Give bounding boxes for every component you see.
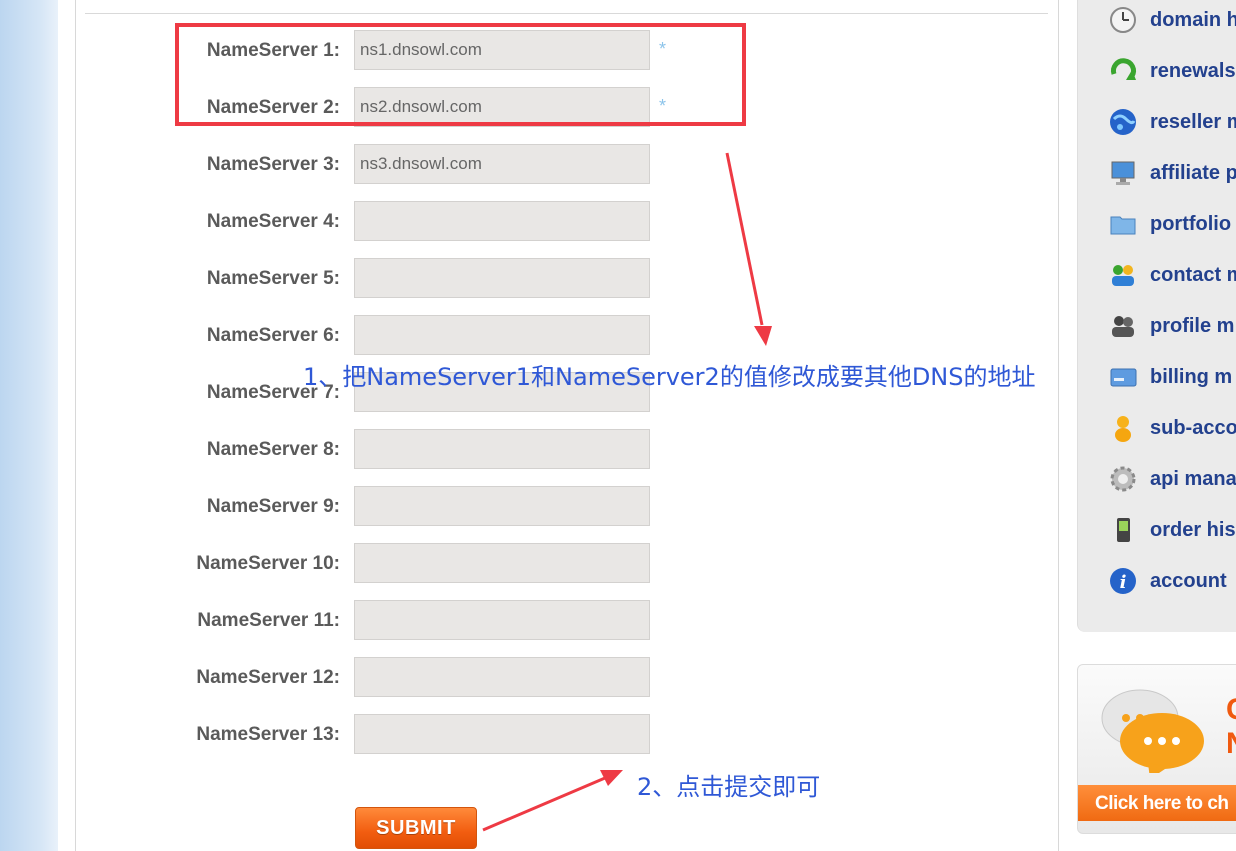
nameserver-8-input[interactable]: [354, 429, 650, 469]
chat-cta-bar[interactable]: Click here to ch: [1078, 785, 1236, 821]
sidebar-item-label: reseller m: [1150, 111, 1236, 133]
nameserver-row: NameServer 5:: [0, 258, 700, 300]
nameserver-11-input[interactable]: [354, 600, 650, 640]
clock-icon: [1108, 5, 1138, 35]
sidebar-item-phone[interactable]: order his: [1106, 513, 1236, 547]
globe-icon: [1108, 107, 1138, 137]
nameserver-row: NameServer 3:: [0, 144, 700, 186]
annotation-step-2: 2、点击提交即可: [637, 773, 821, 801]
renew-arrow-icon: [1108, 56, 1138, 86]
sidebar-item-credit-card[interactable]: billing m: [1106, 360, 1236, 394]
nameserver-13-input[interactable]: [354, 714, 650, 754]
nameserver-row: NameServer 6:: [0, 315, 700, 357]
nameserver-row: NameServer 4:: [0, 201, 700, 243]
nameserver-6-input[interactable]: [354, 315, 650, 355]
nameserver-row: NameServer 12:: [0, 657, 700, 699]
sidebar-item-info[interactable]: i account: [1106, 564, 1236, 598]
chat-headline: C N: [1226, 693, 1236, 761]
nameserver-row: NameServer 9:: [0, 486, 700, 528]
sidebar-item-clock[interactable]: domain h: [1106, 3, 1236, 37]
nameserver-label: NameServer 8:: [206, 439, 340, 460]
nameserver-label: NameServer 11:: [197, 610, 340, 631]
sidebar-item-monitor[interactable]: affiliate p: [1106, 156, 1236, 190]
nameserver-row: NameServer 13:: [0, 714, 700, 756]
gear-icon: [1108, 464, 1138, 494]
nameserver-label: NameServer 10:: [196, 553, 340, 574]
annotation-highlight-box: [175, 23, 746, 126]
sidebar-item-renew-arrow[interactable]: renewals: [1106, 54, 1236, 88]
nameserver-10-input[interactable]: [354, 543, 650, 583]
sidebar-item-person[interactable]: sub-acco: [1106, 411, 1236, 445]
sidebar-item-label: contact m: [1150, 264, 1236, 286]
live-chat-banner[interactable]: C N Click here to ch: [1077, 664, 1236, 834]
contacts-icon: [1108, 260, 1138, 290]
sidebar-item-folder[interactable]: portfolio: [1106, 207, 1236, 241]
sidebar-item-users[interactable]: profile m: [1106, 309, 1236, 343]
chat-bubbles-icon: [1101, 689, 1204, 773]
nameserver-label: NameServer 12:: [196, 667, 340, 688]
person-icon: [1108, 413, 1138, 443]
sidebar-item-globe[interactable]: reseller m: [1106, 105, 1236, 139]
top-divider: [85, 13, 1048, 14]
nameserver-label: NameServer 4:: [206, 211, 340, 232]
sidebar-item-label: portfolio: [1150, 213, 1232, 235]
sidebar-item-gear[interactable]: api mana: [1106, 462, 1236, 496]
nameserver-label: NameServer 3:: [206, 154, 340, 175]
sidebar-item-label: renewals: [1150, 60, 1236, 82]
sidebar-item-label: profile m: [1150, 315, 1235, 337]
sidebar-item-label: api mana: [1150, 468, 1236, 490]
sidebar-item-contacts[interactable]: contact m: [1106, 258, 1236, 292]
sidebar-item-label: affiliate p: [1150, 162, 1236, 184]
nameserver-label: NameServer 6:: [206, 325, 340, 346]
folder-icon: [1108, 209, 1138, 239]
annotation-step-1: 1、把NameServer1和NameServer2的值修改成要其他DNS的地址: [303, 363, 1036, 391]
sidebar-item-label: account: [1150, 570, 1227, 592]
nameserver-label: NameServer 5:: [206, 268, 340, 289]
users-icon: [1108, 311, 1138, 341]
phone-icon: [1108, 515, 1138, 545]
info-icon: i: [1108, 566, 1138, 596]
nameserver-4-input[interactable]: [354, 201, 650, 241]
nameserver-row: NameServer 8:: [0, 429, 700, 471]
nameserver-row: NameServer 10:: [0, 543, 700, 585]
nameserver-label: NameServer 13:: [196, 724, 340, 745]
nameserver-label: NameServer 9:: [206, 496, 340, 517]
sidebar-item-label: domain h: [1150, 9, 1236, 31]
credit-card-icon: [1108, 362, 1138, 392]
sidebar-item-label: billing m: [1150, 366, 1233, 388]
nameserver-5-input[interactable]: [354, 258, 650, 298]
nameserver-12-input[interactable]: [354, 657, 650, 697]
nameserver-row: NameServer 11:: [0, 600, 700, 642]
sidebar-item-label: order his: [1150, 519, 1236, 541]
chat-cta-text: Click here to ch: [1095, 793, 1229, 814]
sidebar-item-label: sub-acco: [1150, 417, 1236, 439]
submit-button[interactable]: SUBMIT: [355, 807, 477, 849]
nameserver-3-input[interactable]: [354, 144, 650, 184]
monitor-icon: [1108, 158, 1138, 188]
nameserver-9-input[interactable]: [354, 486, 650, 526]
svg-text:i: i: [1120, 572, 1127, 593]
